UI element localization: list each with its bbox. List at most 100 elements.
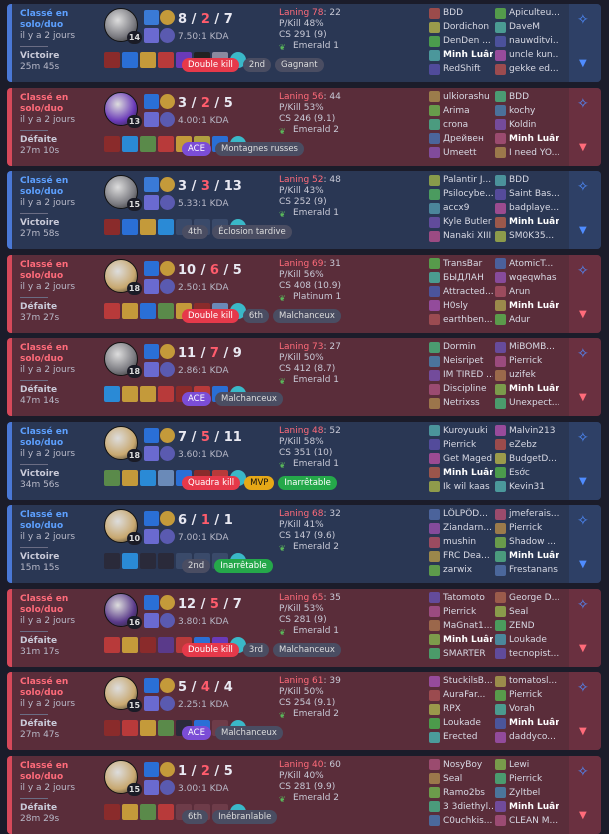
- item-slot[interactable]: [158, 52, 174, 68]
- item-slot[interactable]: [104, 52, 120, 68]
- sparkle-plus-icon[interactable]: ✧: [577, 96, 589, 112]
- player-entry[interactable]: Minh Luân: [495, 550, 559, 562]
- player-entry[interactable]: Pierrick: [495, 773, 559, 785]
- chevron-down-icon[interactable]: ▼: [579, 726, 587, 737]
- player-entry[interactable]: Ramo2bs: [429, 787, 493, 799]
- player-entry[interactable]: Get Maged: [429, 453, 493, 465]
- item-slot[interactable]: [158, 302, 174, 319]
- player-entry[interactable]: LÖLPÖD...: [429, 508, 493, 520]
- item-slot[interactable]: [140, 469, 156, 486]
- player-entry[interactable]: Minh Luân: [429, 467, 493, 479]
- match-card[interactable]: Classé en solo/duo il y a 2 jours Défaite 3…: [7, 254, 601, 333]
- item-slot[interactable]: [140, 553, 156, 569]
- player-entry[interactable]: Erected: [429, 731, 493, 743]
- player-entry[interactable]: MiBOMB...: [495, 341, 559, 353]
- player-entry[interactable]: Pierrick: [429, 606, 493, 618]
- player-entry[interactable]: Frestanans: [495, 564, 559, 576]
- player-entry[interactable]: Neisripet: [429, 355, 493, 367]
- player-entry[interactable]: Koldin: [495, 119, 559, 131]
- match-card[interactable]: Classé en solo/duo il y a 2 jours Défaite 2…: [7, 672, 601, 750]
- item-slot[interactable]: [158, 553, 174, 569]
- player-entry[interactable]: Minh Luân: [495, 801, 559, 813]
- item-slot[interactable]: [158, 469, 174, 486]
- player-entry[interactable]: FRC Dea...: [429, 550, 493, 562]
- player-entry[interactable]: MaGnat1...: [429, 620, 493, 632]
- player-entry[interactable]: Minh Luân: [495, 216, 559, 228]
- player-entry[interactable]: Apiculteu...: [495, 7, 559, 19]
- item-slot[interactable]: [140, 803, 156, 820]
- item-slot[interactable]: [122, 803, 138, 820]
- player-entry[interactable]: Netrixss: [429, 397, 493, 409]
- match-card[interactable]: Classé en solo/duo il y a 2 jours Défaite 3…: [7, 588, 601, 667]
- sparkle-plus-icon[interactable]: ✧: [577, 263, 589, 279]
- player-entry[interactable]: БЫДЛАН: [429, 272, 493, 284]
- player-entry[interactable]: Malvin213: [495, 425, 559, 437]
- player-entry[interactable]: BDD: [429, 7, 493, 19]
- item-slot[interactable]: [122, 302, 138, 319]
- player-entry[interactable]: Ik wil kaas: [429, 481, 493, 493]
- player-entry[interactable]: Minh Luân: [429, 634, 493, 646]
- player-entry[interactable]: Pierrick: [429, 439, 493, 451]
- player-entry[interactable]: Unexpect...: [495, 397, 559, 409]
- player-entry[interactable]: RedShift: [429, 63, 493, 75]
- player-entry[interactable]: Arima: [429, 105, 493, 117]
- sparkle-plus-icon[interactable]: ✧: [577, 680, 589, 696]
- player-entry[interactable]: Lewi: [495, 759, 559, 771]
- player-entry[interactable]: Attracted...: [429, 286, 493, 298]
- item-slot[interactable]: [140, 636, 156, 653]
- player-entry[interactable]: RPX: [429, 703, 493, 715]
- player-entry[interactable]: Arun: [495, 286, 559, 298]
- sparkle-plus-icon[interactable]: ✧: [577, 597, 589, 613]
- player-entry[interactable]: badplaye...: [495, 202, 559, 214]
- player-entry[interactable]: BudgetD...: [495, 453, 559, 465]
- sparkle-plus-icon[interactable]: ✧: [577, 430, 589, 446]
- item-slot[interactable]: [140, 386, 156, 402]
- player-entry[interactable]: Дрейвен: [429, 133, 493, 145]
- player-entry[interactable]: IM TIRED ...: [429, 369, 493, 381]
- player-entry[interactable]: crona: [429, 119, 493, 131]
- player-entry[interactable]: CLEAN M...: [495, 815, 559, 827]
- match-card[interactable]: Classé en solo/duo il y a 2 jours Victoire…: [7, 505, 601, 583]
- player-entry[interactable]: Pierrick: [495, 689, 559, 701]
- chevron-down-icon[interactable]: ▼: [579, 476, 587, 487]
- player-entry[interactable]: earthben...: [429, 314, 493, 326]
- player-entry[interactable]: uncle kun...: [495, 49, 559, 61]
- player-entry[interactable]: Adur: [495, 314, 559, 326]
- item-slot[interactable]: [104, 636, 120, 653]
- player-entry[interactable]: kochy: [495, 105, 559, 117]
- player-entry[interactable]: NosyBoy: [429, 759, 493, 771]
- player-entry[interactable]: Pierrick: [495, 522, 559, 534]
- item-slot[interactable]: [122, 219, 138, 235]
- chevron-down-icon[interactable]: ▼: [579, 810, 587, 821]
- player-entry[interactable]: Loukade: [495, 634, 559, 646]
- player-entry[interactable]: wqeqwhas: [495, 272, 559, 284]
- chevron-down-icon[interactable]: ▼: [579, 559, 587, 570]
- player-entry[interactable]: Dormin: [429, 341, 493, 353]
- player-entry[interactable]: AuraFar...: [429, 689, 493, 701]
- player-entry[interactable]: Umeett: [429, 147, 493, 159]
- player-entry[interactable]: tomatosl...: [495, 675, 559, 687]
- item-slot[interactable]: [122, 386, 138, 402]
- player-entry[interactable]: Dordichon: [429, 21, 493, 33]
- item-slot[interactable]: [122, 469, 138, 486]
- item-slot[interactable]: [104, 720, 120, 736]
- item-slot[interactable]: [158, 720, 174, 736]
- player-entry[interactable]: Shadow ...: [495, 536, 559, 548]
- item-slot[interactable]: [158, 386, 174, 402]
- player-entry[interactable]: ZEND: [495, 620, 559, 632]
- player-entry[interactable]: mushin: [429, 536, 493, 548]
- item-slot[interactable]: [140, 219, 156, 235]
- sparkle-plus-icon[interactable]: ✧: [577, 513, 589, 529]
- player-entry[interactable]: AtomicT...: [495, 258, 559, 270]
- player-entry[interactable]: Saint Bas...: [495, 188, 559, 200]
- player-entry[interactable]: Minh Luân: [495, 383, 559, 395]
- item-slot[interactable]: [140, 720, 156, 736]
- player-entry[interactable]: Loukade: [429, 717, 493, 729]
- player-entry[interactable]: accx9: [429, 202, 493, 214]
- player-entry[interactable]: Vorah: [495, 703, 559, 715]
- player-entry[interactable]: BDD: [495, 174, 559, 186]
- item-slot[interactable]: [104, 219, 120, 235]
- chevron-down-icon[interactable]: ▼: [579, 309, 587, 320]
- item-slot[interactable]: [140, 52, 156, 68]
- item-slot[interactable]: [158, 803, 174, 820]
